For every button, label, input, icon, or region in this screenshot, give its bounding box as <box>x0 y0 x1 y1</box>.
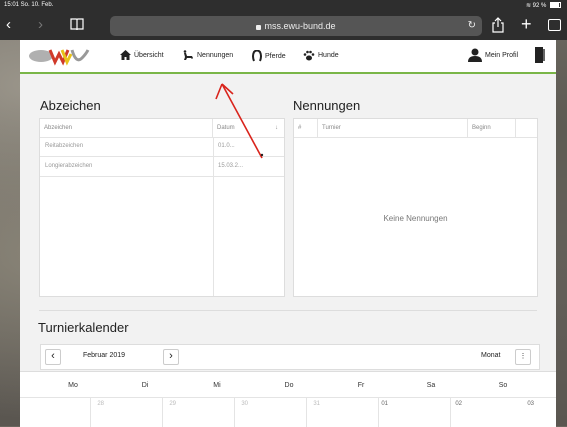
rider-icon <box>183 50 193 60</box>
table-row-divider <box>40 176 284 177</box>
status-time: 15:01 So. 10. Feb. <box>4 2 54 8</box>
divider <box>20 397 556 398</box>
divider <box>378 397 379 427</box>
weekday-header: So <box>498 382 508 389</box>
badges-table: Abzeichen Datum ↓ Reitabzeichen 01.0... … <box>39 118 285 297</box>
battery-icon <box>550 2 561 9</box>
calendar-day[interactable]: 28 <box>42 401 104 407</box>
nav-uebersicht[interactable]: Übersicht <box>120 50 164 60</box>
lock-icon <box>256 25 262 31</box>
divider <box>306 397 307 427</box>
weekday-header: Fr <box>357 382 365 389</box>
paw-icon <box>303 50 315 61</box>
nav-nennungen[interactable]: Nennungen <box>182 50 233 60</box>
weekday-header: Mi <box>213 382 221 389</box>
divider <box>234 397 235 427</box>
user-icon <box>468 48 482 62</box>
table-row-divider <box>40 156 284 157</box>
profile-label: Mein Profil <box>485 51 519 59</box>
nav-label: Hunde <box>318 52 339 59</box>
badges-heading: Abzeichen <box>40 98 101 113</box>
nav-hunde[interactable]: Hunde <box>303 50 339 61</box>
ewu-logo[interactable] <box>28 46 100 66</box>
nav-label: Übersicht <box>134 51 164 59</box>
divider <box>162 397 163 427</box>
badge-date[interactable]: 15.03.2... <box>218 163 243 169</box>
calendar-toolbar: ‹ Februar 2019 › Monat ⋮ <box>40 344 540 370</box>
bookmarks-icon[interactable] <box>70 18 84 30</box>
sort-arrow-icon: ↓ <box>275 125 278 131</box>
column-header-datum[interactable]: Datum ↓ <box>213 119 284 137</box>
empty-state: Keine Nennungen <box>383 214 448 223</box>
weekday-header: Sa <box>426 382 436 389</box>
entries-table: # Turnier Beginn Keine Nennungen <box>293 118 538 297</box>
calendar-day[interactable]: 03 <box>472 401 534 407</box>
status-right: ≋ 92 % <box>526 2 561 9</box>
tabs-icon[interactable] <box>548 19 561 31</box>
month-label[interactable]: Februar 2019 <box>69 352 139 359</box>
divider <box>450 397 451 427</box>
share-icon[interactable] <box>492 17 504 33</box>
app-navbar: Übersicht Nennungen Pferde Hunde Mein Pr… <box>20 40 556 74</box>
nav-label: Pferde <box>265 52 286 60</box>
calendar-day[interactable]: 02 <box>400 401 462 407</box>
column-header-number[interactable]: # <box>294 119 318 137</box>
reload-icon[interactable]: ↻ <box>468 16 476 36</box>
prev-month-button[interactable]: ‹ <box>45 349 61 365</box>
status-bar: 15:01 So. 10. Feb. ≋ 92 % <box>0 0 567 12</box>
divider <box>294 137 537 138</box>
divider <box>213 137 214 296</box>
badge-name[interactable]: Longierabzeichen <box>45 163 92 169</box>
column-label: Datum <box>217 125 235 131</box>
badge-name[interactable]: Reitabzeichen <box>45 143 83 149</box>
weekday-header: Do <box>284 382 294 389</box>
calendar-day[interactable]: 29 <box>114 401 176 407</box>
forward-icon[interactable]: › <box>38 16 43 34</box>
url-bar[interactable]: mss.ewu-bund.de ↻ <box>110 16 482 36</box>
weekday-header: Mo <box>68 382 78 389</box>
section-divider <box>39 310 537 311</box>
calendar-heading: Turnierkalender <box>38 320 129 335</box>
column-header-abzeichen[interactable]: Abzeichen <box>40 119 213 137</box>
home-icon <box>120 50 131 60</box>
wifi-icon: ≋ <box>525 3 531 9</box>
divider <box>40 137 284 138</box>
entries-heading: Nennungen <box>293 98 361 113</box>
nav-label: Nennungen <box>197 51 234 59</box>
weekday-header: Di <box>141 382 149 389</box>
badge-date[interactable]: 01.0... <box>218 143 235 149</box>
nav-pferde[interactable]: Pferde <box>252 50 286 62</box>
horseshoe-icon <box>252 50 262 62</box>
profile-link[interactable]: Mein Profil <box>468 48 518 62</box>
back-icon[interactable]: ‹ <box>6 16 11 34</box>
divider <box>90 397 91 427</box>
url-text: mss.ewu-bund.de <box>264 21 336 31</box>
calendar-grid: Mo Di Mi Do Fr Sa So 28 29 30 31 01 02 0… <box>20 371 556 427</box>
column-header-beginn[interactable]: Beginn <box>468 119 516 137</box>
calendar-day[interactable]: 30 <box>186 401 248 407</box>
column-header-turnier[interactable]: Turnier <box>318 119 468 137</box>
browser-toolbar: ‹ › mss.ewu-bund.de ↻ + <box>0 12 567 40</box>
calendar-more-button[interactable]: ⋮ <box>515 349 531 365</box>
new-tab-icon[interactable]: + <box>521 15 532 33</box>
next-month-button[interactable]: › <box>163 349 179 365</box>
logout-icon[interactable] <box>534 47 546 63</box>
calendar-day[interactable]: 31 <box>258 401 320 407</box>
battery-percent: 92 % <box>532 3 547 9</box>
view-mode-select[interactable]: Monat <box>481 352 500 359</box>
